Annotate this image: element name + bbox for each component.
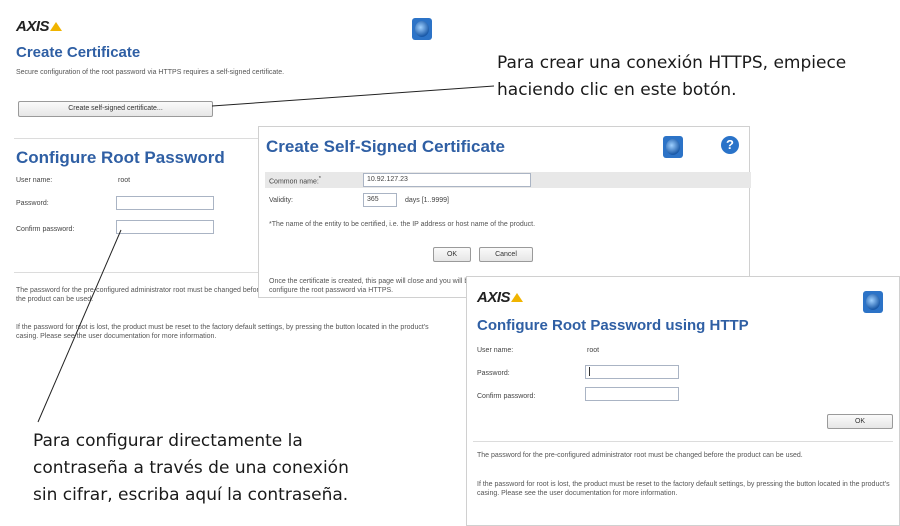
https-callout-line xyxy=(211,85,495,107)
http-callout: Para configurar directamente la contrase… xyxy=(33,431,349,505)
https-callout: Para crear una conexión HTTPS, empiece h… xyxy=(497,53,847,100)
http-callout-line xyxy=(37,229,122,423)
